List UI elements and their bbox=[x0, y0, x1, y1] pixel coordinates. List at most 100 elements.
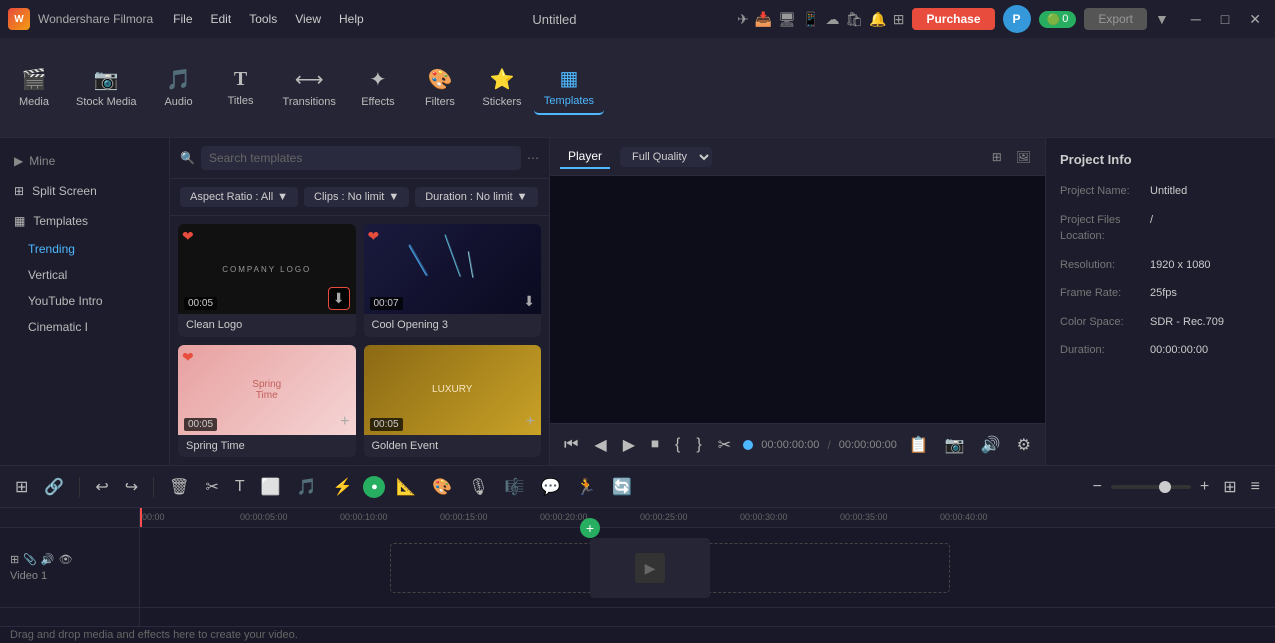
ai-music-btn[interactable]: 🎼 bbox=[500, 475, 530, 499]
menu-file[interactable]: File bbox=[165, 8, 200, 30]
phone-icon[interactable]: 📱 bbox=[802, 11, 819, 28]
media-btn-stickers[interactable]: ⭐ Stickers bbox=[472, 61, 532, 114]
store-icon[interactable]: 🛍 bbox=[846, 11, 864, 28]
text-btn[interactable]: T bbox=[230, 476, 250, 498]
more-options-icon[interactable]: ⋯ bbox=[527, 151, 539, 165]
add-track-btn[interactable]: ⊞ bbox=[10, 475, 33, 499]
nav-mine-header[interactable]: ▶ Mine bbox=[0, 146, 169, 176]
fit-btn[interactable]: ⊞ bbox=[1218, 475, 1241, 499]
magnetic-btn[interactable]: 🔗 bbox=[39, 475, 69, 499]
media-btn-audio[interactable]: 🎵 Audio bbox=[149, 61, 209, 114]
screen-icon[interactable]: 🖥 bbox=[778, 11, 796, 28]
play-btn[interactable]: ▶ bbox=[619, 433, 639, 457]
menu-tools[interactable]: Tools bbox=[241, 8, 285, 30]
mark-out-btn[interactable]: } bbox=[692, 434, 705, 456]
nav-trending[interactable]: Trending bbox=[0, 236, 169, 262]
profile-avatar[interactable]: P bbox=[1003, 5, 1031, 33]
menu-view[interactable]: View bbox=[287, 8, 329, 30]
clips-filter[interactable]: Clips : No limit ▼ bbox=[304, 187, 409, 207]
tick-1: 00:00:05:00 bbox=[240, 512, 288, 522]
layout-btn[interactable]: ≡ bbox=[1246, 476, 1265, 498]
menu-help[interactable]: Help bbox=[331, 8, 372, 30]
stabilize-btn[interactable]: 📐 bbox=[391, 475, 421, 499]
template-card-golden-event[interactable]: LUXURY 00:05 + Golden Event bbox=[364, 345, 542, 458]
import-icon[interactable]: 📥 bbox=[755, 11, 772, 28]
duration-filter[interactable]: Duration : No limit ▼ bbox=[415, 187, 537, 207]
playhead[interactable] bbox=[140, 508, 142, 527]
cloud-icon[interactable]: ☁ bbox=[826, 11, 840, 28]
audio-track-icon[interactable]: 🔊 bbox=[41, 553, 55, 566]
media-btn-transitions[interactable]: ⟷ Transitions bbox=[273, 61, 346, 114]
color-btn[interactable]: 🎨 bbox=[427, 475, 457, 499]
template-card-clean-logo[interactable]: COMPANY LOGO ❤ 00:05 ⬇ Clean Logo bbox=[178, 224, 356, 337]
download-icon[interactable]: ⬇ bbox=[328, 287, 350, 310]
media-btn-filters[interactable]: 🎨 Filters bbox=[410, 61, 470, 114]
export-button[interactable]: Export bbox=[1084, 8, 1147, 30]
go-start-btn[interactable]: ⏮ bbox=[560, 434, 582, 456]
share-icon[interactable]: ✈ bbox=[737, 11, 749, 28]
templates-grid: COMPANY LOGO ❤ 00:05 ⬇ Clean Logo bbox=[170, 216, 549, 465]
nav-youtube-intro[interactable]: YouTube Intro bbox=[0, 288, 169, 314]
maximize-button[interactable]: □ bbox=[1215, 9, 1235, 30]
nav-split-screen[interactable]: ⊞ Split Screen bbox=[0, 176, 169, 206]
image-layout-btn[interactable]: 🖼 bbox=[1012, 148, 1035, 166]
undo-btn[interactable]: ↩ bbox=[90, 475, 113, 499]
template-card-cool-opening[interactable]: ❤ 00:07 ⬇ Cool Opening 3 bbox=[364, 224, 542, 337]
nav-templates[interactable]: ▦ Templates bbox=[0, 206, 169, 236]
zoom-controls: − + ⊞ ≡ bbox=[1088, 475, 1265, 499]
quality-select[interactable]: Full Quality bbox=[620, 147, 712, 167]
split-btn[interactable]: ✂ bbox=[714, 433, 735, 457]
delete-btn[interactable]: 🗑 bbox=[164, 475, 194, 499]
settings-btn[interactable]: ⚙ bbox=[1013, 433, 1035, 457]
plus-icon[interactable]: + bbox=[340, 413, 349, 431]
media-btn-media[interactable]: 🎬 Media bbox=[4, 61, 64, 114]
media-btn-stock[interactable]: 📷 Stock Media bbox=[66, 61, 147, 114]
mark-in-btn[interactable]: { bbox=[671, 434, 684, 456]
player-progress-bar[interactable] bbox=[743, 443, 753, 447]
media-track-icon[interactable]: 📎 bbox=[23, 553, 37, 566]
audio-btn[interactable]: 🎵 bbox=[292, 475, 322, 499]
menu-edit[interactable]: Edit bbox=[203, 8, 240, 30]
nav-vertical[interactable]: Vertical bbox=[0, 262, 169, 288]
speed-btn[interactable]: ⚡ bbox=[327, 475, 357, 499]
video-track-row[interactable]: + ▶ bbox=[140, 528, 1275, 608]
media-btn-titles[interactable]: T Titles bbox=[211, 62, 271, 113]
stop-btn[interactable]: ⏹ bbox=[647, 434, 663, 456]
voice-btn[interactable]: 🎙 bbox=[463, 475, 493, 499]
bell-icon[interactable]: 🔔 bbox=[869, 11, 886, 28]
search-input[interactable] bbox=[201, 146, 521, 170]
plus-icon[interactable]: + bbox=[526, 413, 535, 431]
redo-btn[interactable]: ↪ bbox=[120, 475, 143, 499]
tick-8: 00:00:40:00 bbox=[940, 512, 988, 522]
crop-btn[interactable]: ⬜ bbox=[256, 475, 286, 499]
media-btn-templates[interactable]: ▦ Templates bbox=[534, 60, 604, 115]
zoom-in-btn[interactable]: + bbox=[1195, 476, 1214, 498]
clip-copy-btn[interactable]: 📋 bbox=[905, 433, 933, 457]
volume-btn[interactable]: 🔊 bbox=[977, 433, 1005, 457]
close-button[interactable]: ✕ bbox=[1243, 9, 1267, 30]
snapshot-btn[interactable]: 📷 bbox=[941, 433, 969, 457]
minimize-button[interactable]: ─ bbox=[1185, 9, 1207, 30]
download-icon[interactable]: ⬇ bbox=[523, 293, 535, 310]
green-screen-btn[interactable]: ● bbox=[363, 476, 385, 498]
add-clip-btn[interactable]: + bbox=[580, 518, 600, 538]
zoom-out-btn[interactable]: − bbox=[1088, 476, 1107, 498]
subtitle-btn[interactable]: 💬 bbox=[535, 475, 565, 499]
export-dropdown-icon[interactable]: ▼ bbox=[1155, 11, 1169, 27]
media-btn-effects[interactable]: ✦ Effects bbox=[348, 61, 408, 114]
zoom-slider[interactable] bbox=[1111, 485, 1191, 489]
motion-btn[interactable]: 🏃 bbox=[571, 475, 601, 499]
360-btn[interactable]: 🔄 bbox=[607, 475, 637, 499]
grid-layout-btn[interactable]: ⊞ bbox=[988, 148, 1006, 166]
template-card-spring-time[interactable]: SpringTime ❤ 00:05 + Spring Time bbox=[178, 345, 356, 458]
aspect-ratio-filter[interactable]: Aspect Ratio : All ▼ bbox=[180, 187, 298, 207]
nav-cinematic[interactable]: Cinematic I bbox=[0, 314, 169, 340]
eye-icon[interactable]: 👁 bbox=[59, 553, 73, 566]
add-video-btn[interactable]: ⊞ bbox=[10, 553, 19, 566]
grid-icon[interactable]: ⊞ bbox=[893, 11, 905, 28]
prev-frame-btn[interactable]: ◀ bbox=[590, 433, 610, 457]
timeline-tracks[interactable]: 00:00 00:00:05:00 00:00:10:00 00:00:15:0… bbox=[140, 508, 1275, 626]
player-tab[interactable]: Player bbox=[560, 145, 610, 169]
cut-btn[interactable]: ✂ bbox=[200, 475, 223, 499]
purchase-button[interactable]: Purchase bbox=[912, 8, 994, 30]
